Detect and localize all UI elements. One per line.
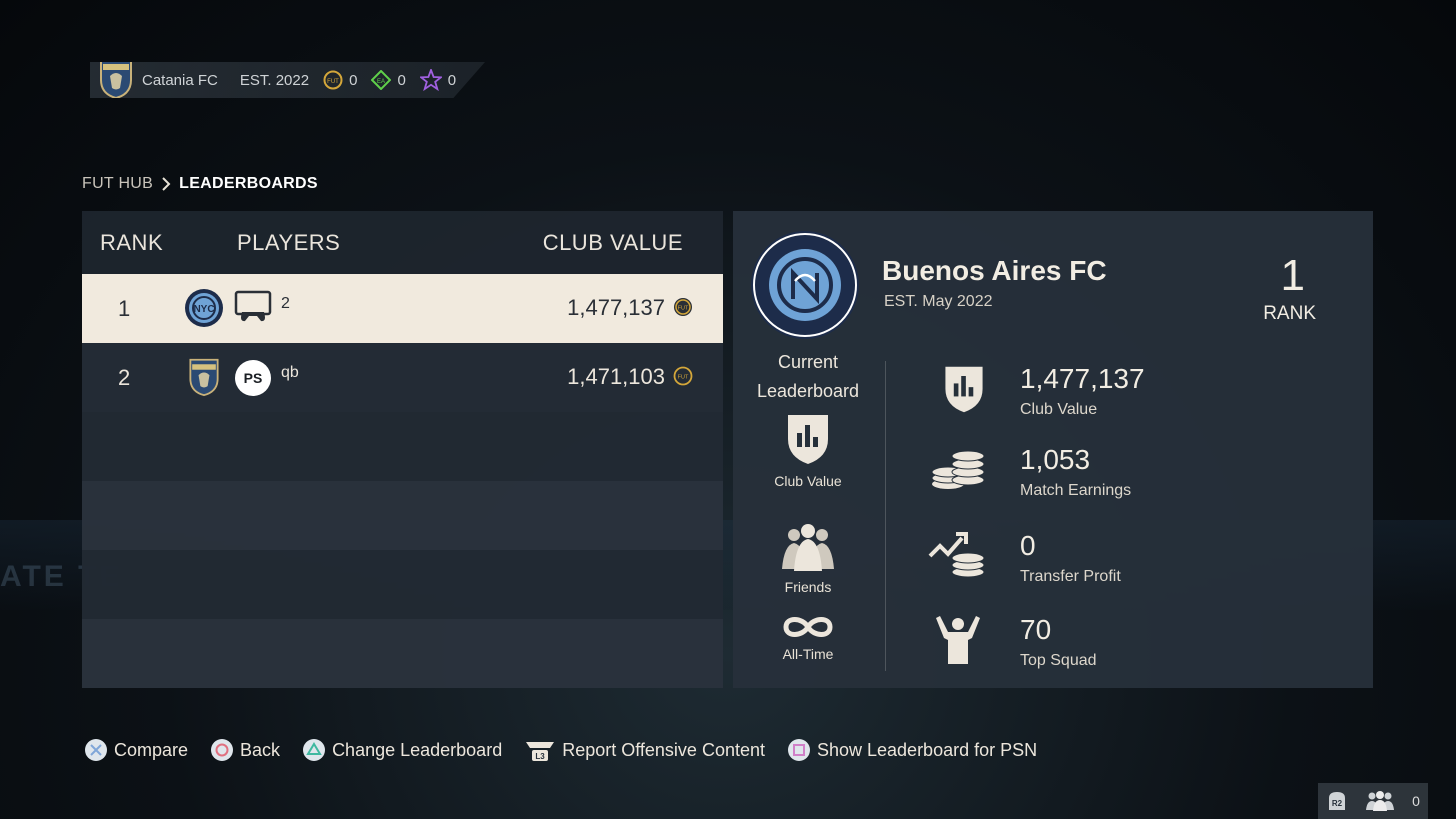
fut-points-balance: 0 bbox=[419, 69, 456, 91]
empty-row bbox=[82, 412, 723, 481]
back-button[interactable]: Back bbox=[210, 738, 280, 762]
stat-match-earnings: 1,053 Match Earnings bbox=[928, 444, 1228, 514]
stat-top-squad: 70 Top Squad bbox=[928, 614, 1228, 684]
divider bbox=[885, 361, 886, 671]
club-value-shield-icon bbox=[945, 366, 983, 413]
fut-coins-balance: FUT 0 bbox=[323, 70, 357, 90]
row-club-value: 1,471,103 bbox=[567, 364, 665, 389]
svg-text:R2: R2 bbox=[1332, 799, 1343, 808]
stat-value: 1,053 bbox=[1020, 444, 1091, 475]
online-friends-count: 0 bbox=[1412, 793, 1420, 809]
ea-points-icon: EA bbox=[371, 70, 392, 90]
stat-label: Club Value bbox=[1020, 401, 1098, 418]
fut-coin-icon: FUT bbox=[323, 70, 343, 90]
header-rank: RANK bbox=[100, 229, 164, 255]
top-status-bar: Catania FC EST. 2022 FUT 0 EA 0 0 bbox=[90, 62, 485, 98]
filter-label: Club Value bbox=[774, 473, 842, 489]
stat-club-value: 1,477,137 Club Value bbox=[928, 363, 1228, 433]
circle-button-icon bbox=[211, 739, 234, 761]
friends-icon bbox=[1366, 791, 1395, 811]
stat-value: 1,477,137 bbox=[1020, 363, 1145, 394]
friends-icon bbox=[782, 524, 834, 571]
l3-button-icon: L3 bbox=[526, 742, 555, 761]
row-rank: 1 bbox=[118, 296, 131, 321]
nycfc-crest-icon: NYC bbox=[185, 289, 223, 327]
breadcrumb-fut-hub[interactable]: FUT HUB bbox=[82, 175, 153, 193]
report-offensive-content-button[interactable]: L3 Report Offensive Content bbox=[524, 738, 765, 762]
svg-text:FUT: FUT bbox=[678, 375, 689, 381]
catania-crest-icon bbox=[189, 358, 219, 397]
filter-label: All-Time bbox=[782, 646, 834, 662]
breadcrumb-leaderboards: LEADERBOARDS bbox=[179, 175, 318, 192]
change-leaderboard-button[interactable]: Change Leaderboard bbox=[302, 738, 502, 762]
stat-value: 0 bbox=[1020, 530, 1036, 561]
infinity-icon bbox=[783, 617, 833, 637]
filter-all-time[interactable]: All-Time bbox=[753, 614, 863, 662]
svg-text:NYC: NYC bbox=[193, 304, 214, 315]
club-established: EST. 2022 bbox=[239, 71, 310, 89]
filter-club-value[interactable]: Club Value bbox=[753, 411, 863, 489]
controller-icon bbox=[234, 290, 272, 322]
svg-text:EA: EA bbox=[377, 79, 385, 85]
row-club-value: 1,477,137 bbox=[567, 295, 665, 320]
filter-label: Friends bbox=[784, 579, 832, 595]
club-value-shield-icon bbox=[788, 415, 828, 464]
social-corner[interactable]: R2 0 bbox=[1318, 783, 1428, 819]
triangle-button-icon bbox=[303, 739, 326, 761]
player-name: 2 bbox=[281, 295, 290, 312]
detail-club-name: Buenos Aires FC bbox=[882, 255, 1107, 286]
chevron-right-icon bbox=[162, 177, 171, 191]
stat-transfer-profit: 0 Transfer Profit bbox=[928, 530, 1228, 600]
svg-text:FUT: FUT bbox=[678, 306, 689, 312]
nycfc-crest-icon bbox=[751, 231, 859, 339]
playstation-icon: PS bbox=[235, 360, 271, 396]
transfer-profit-icon bbox=[928, 532, 985, 578]
stat-label: Top Squad bbox=[1020, 652, 1097, 669]
club-detail-panel: Buenos Aires FC EST. May 2022 1 RANK Cur… bbox=[733, 211, 1373, 688]
coins-stack-icon bbox=[931, 450, 985, 489]
header-club-value: CLUB VALUE bbox=[542, 229, 683, 255]
detail-rank-number: 1 bbox=[1280, 251, 1305, 300]
fut-coin-icon: FUT bbox=[673, 366, 693, 386]
svg-text:L3: L3 bbox=[536, 752, 546, 761]
empty-row bbox=[82, 550, 723, 619]
player-name: qb bbox=[281, 364, 299, 381]
row-rank: 2 bbox=[118, 365, 131, 390]
svg-text:PS: PS bbox=[244, 370, 263, 386]
ea-points-balance: EA 0 bbox=[371, 70, 406, 90]
compare-button[interactable]: Compare bbox=[84, 738, 188, 762]
stat-label: Transfer Profit bbox=[1020, 568, 1121, 585]
fut-points-star-icon bbox=[419, 69, 442, 91]
fut-coin-icon: FUT bbox=[674, 298, 692, 316]
club-name: Catania FC bbox=[142, 71, 218, 89]
table-row[interactable]: 2 PS qb 1,471,103 FUT bbox=[82, 343, 723, 412]
square-button-icon bbox=[787, 739, 810, 761]
empty-row bbox=[82, 619, 723, 688]
r2-button-icon: R2 bbox=[1329, 792, 1346, 810]
stat-value: 70 bbox=[1020, 614, 1052, 645]
table-header: RANK PLAYERS CLUB VALUE bbox=[82, 211, 723, 274]
filter-friends[interactable]: Friends bbox=[753, 523, 863, 595]
detail-club-established: EST. May 2022 bbox=[884, 293, 993, 310]
leaderboard-table: RANK PLAYERS CLUB VALUE 1 NYC 2 1,477,13… bbox=[82, 211, 723, 688]
club-crest-icon bbox=[100, 62, 132, 98]
svg-text:FUT: FUT bbox=[327, 79, 339, 85]
table-row[interactable]: 1 NYC 2 1,477,137 FUT bbox=[82, 274, 723, 343]
show-leaderboard-psn-button[interactable]: Show Leaderboard for PSN bbox=[787, 738, 1037, 762]
detail-rank-label: RANK bbox=[1263, 303, 1316, 324]
top-squad-player-icon bbox=[936, 616, 980, 664]
current-leaderboard-label: Current Leaderboard bbox=[756, 352, 860, 401]
cross-button-icon bbox=[85, 739, 107, 761]
stat-label: Match Earnings bbox=[1020, 482, 1132, 499]
button-prompts: Compare Back Change Leaderboard L3 Repor… bbox=[84, 738, 1059, 762]
breadcrumb: FUT HUB LEADERBOARDS bbox=[82, 175, 318, 193]
empty-row bbox=[82, 481, 723, 550]
header-players: PLAYERS bbox=[237, 229, 341, 255]
